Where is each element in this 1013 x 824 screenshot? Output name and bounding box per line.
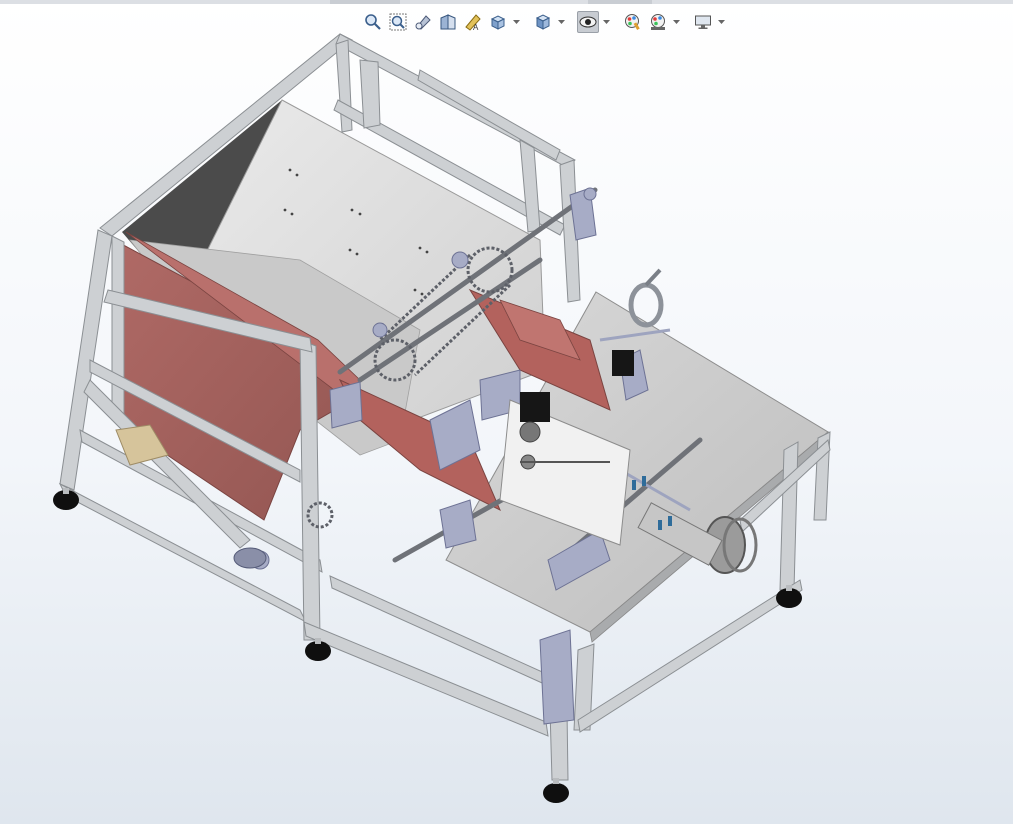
zoom-to-fit-button[interactable]	[362, 11, 384, 33]
edit-appearance-button[interactable]	[622, 11, 644, 33]
svg-text:A: A	[473, 23, 479, 31]
chevron-down-icon	[512, 20, 520, 24]
apply-scene-dropdown[interactable]	[672, 11, 680, 33]
monitor-icon	[695, 15, 711, 29]
apply-scene-icon	[651, 14, 665, 30]
display-style-icon	[535, 14, 551, 30]
edit-appearance-icon	[625, 14, 640, 30]
view-orientation-button[interactable]	[487, 11, 509, 33]
eye-icon	[579, 16, 597, 28]
display-style-button[interactable]	[532, 11, 554, 33]
heads-up-view-toolbar: A	[362, 9, 725, 35]
dynamic-annotation-button[interactable]: A	[462, 11, 484, 33]
hide-show-items-button[interactable]	[577, 11, 599, 33]
chevron-down-icon	[717, 20, 725, 24]
dynamic-annotation-icon: A	[465, 14, 481, 31]
motor-block	[520, 392, 550, 422]
view-orientation-dropdown[interactable]	[512, 11, 520, 33]
handwheel	[628, 282, 664, 328]
apply-scene-button[interactable]	[647, 11, 669, 33]
zoom-to-area-icon	[389, 13, 407, 31]
display-style-dropdown[interactable]	[557, 11, 565, 33]
model-viewport[interactable]	[0, 0, 1013, 824]
chevron-down-icon	[602, 20, 610, 24]
zoom-to-fit-icon	[365, 14, 381, 30]
view-settings-button[interactable]	[692, 11, 714, 33]
chevron-down-icon	[672, 20, 680, 24]
view-orientation-icon	[490, 15, 506, 30]
chevron-down-icon	[557, 20, 565, 24]
previous-view-icon	[415, 15, 431, 30]
section-view-icon	[440, 14, 456, 30]
previous-view-button[interactable]	[412, 11, 434, 33]
hide-show-items-dropdown[interactable]	[602, 11, 610, 33]
zoom-to-area-button[interactable]	[387, 11, 409, 33]
section-view-button[interactable]	[437, 11, 459, 33]
view-settings-dropdown[interactable]	[717, 11, 725, 33]
